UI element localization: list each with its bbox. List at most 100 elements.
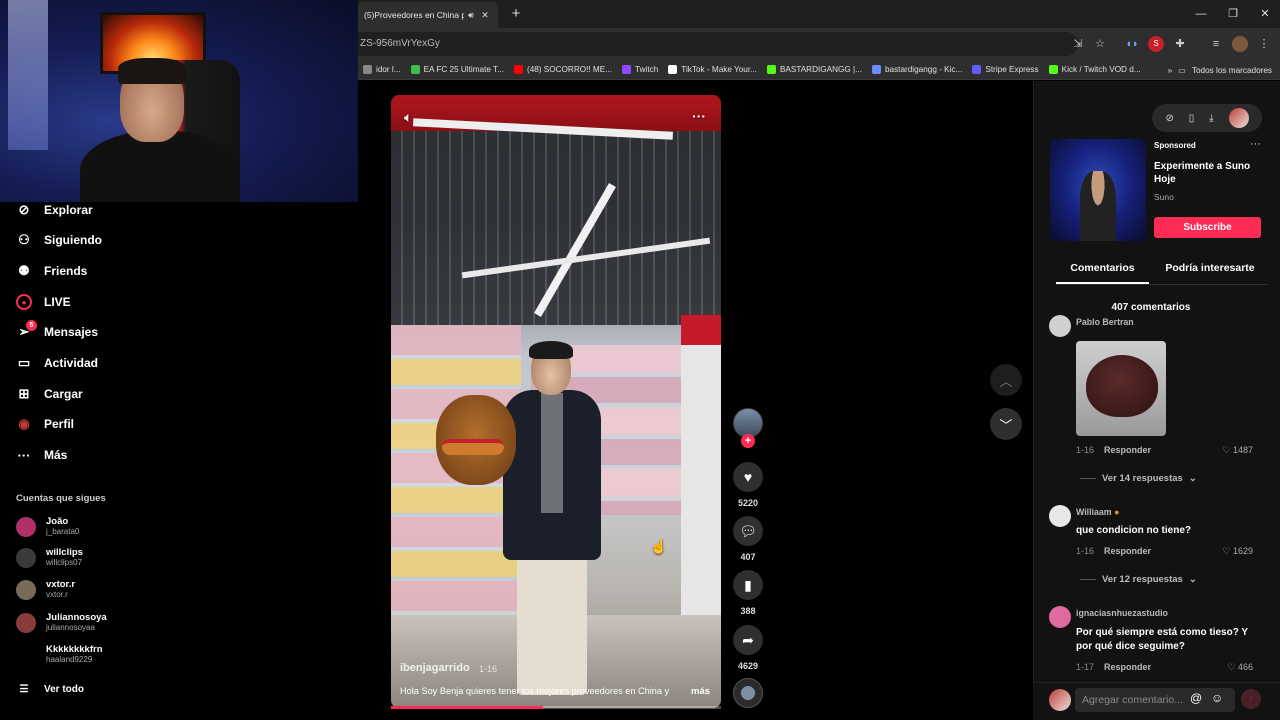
account-avatar bbox=[16, 547, 36, 568]
download-icon[interactable]: ⤓ bbox=[1209, 113, 1213, 124]
new-tab-button[interactable]: + bbox=[506, 4, 526, 24]
bookmark-star-icon[interactable]: ☆ bbox=[1092, 36, 1108, 52]
reading-list-icon[interactable]: ≡ bbox=[1208, 36, 1224, 52]
heart-outline-icon[interactable]: ♡ bbox=[1227, 662, 1235, 672]
close-tab-icon[interactable]: ✕ bbox=[478, 10, 492, 21]
share-icon[interactable]: ➦ bbox=[733, 625, 763, 655]
reply-button[interactable]: Responder bbox=[1104, 662, 1151, 672]
video-more-link[interactable]: más bbox=[691, 686, 710, 697]
sidebar-item-friends[interactable]: ⚉ Friends bbox=[16, 263, 87, 279]
install-app-icon[interactable]: ⇲ bbox=[1070, 36, 1086, 52]
sidebar-item-explorar[interactable]: ⊘ Explorar bbox=[16, 202, 93, 218]
commenter-name[interactable]: Pablo Bertran bbox=[1076, 317, 1134, 327]
sidebar-item-ms[interactable]: ··· Más bbox=[16, 447, 68, 463]
following-account[interactable]: Juliannosoya juliannosoyaa bbox=[16, 612, 107, 633]
share-action[interactable]: ➦ 4629 bbox=[733, 625, 763, 671]
bookmark-item[interactable]: Twitch bbox=[617, 65, 663, 74]
commenter-name[interactable]: ignaciasnhuezastudio bbox=[1076, 608, 1168, 618]
follow-creator-button[interactable]: + bbox=[741, 434, 755, 448]
video-author[interactable]: ibenjagarrido bbox=[400, 662, 470, 674]
comment-likes[interactable]: ♡ 1487 bbox=[1222, 445, 1253, 456]
speaker-icon[interactable]: 🔊︎ bbox=[464, 10, 478, 21]
following-account[interactable]: willclips willclips07 bbox=[16, 547, 83, 568]
bookmark-item[interactable]: EA FC 25 Ultimate T... bbox=[406, 65, 509, 74]
sidebar-item-mensajes[interactable]: ➢ Mensajes 5 bbox=[16, 320, 98, 340]
browser-profile-icon[interactable] bbox=[1232, 36, 1248, 52]
sidebar-item-actividad[interactable]: ▭ Actividad bbox=[16, 355, 98, 371]
heart-outline-icon[interactable]: ♡ bbox=[1222, 445, 1230, 455]
bookmark-item[interactable]: idor l... bbox=[358, 65, 406, 74]
view-replies-label: Ver 14 respuestas bbox=[1102, 473, 1183, 484]
send-comment-button[interactable]: ↑ bbox=[1241, 689, 1261, 709]
video-progress-bar[interactable] bbox=[391, 706, 721, 709]
see-all-button[interactable]: ☰ Ver todo bbox=[16, 681, 85, 697]
chevron-double-right-icon[interactable]: » bbox=[1168, 66, 1173, 75]
comment-icon[interactable]: 💬︎ bbox=[733, 516, 763, 546]
user-avatar[interactable] bbox=[1228, 108, 1249, 128]
comment-image[interactable] bbox=[1076, 341, 1166, 436]
url-field[interactable]: ZS-956mVrYexGy bbox=[358, 32, 1078, 56]
minimize-button[interactable]: — bbox=[1186, 4, 1216, 24]
explore-compass-icon[interactable]: ⊘ bbox=[1165, 113, 1173, 124]
browser-tab[interactable]: (5)Proveedores en China pa 🔊︎ ✕ bbox=[358, 2, 498, 28]
sidebar-item-cargar[interactable]: ⊞ Cargar bbox=[16, 386, 83, 402]
extensions-puzzle-icon[interactable]: ✚ bbox=[1172, 36, 1188, 52]
commenter-avatar[interactable] bbox=[1049, 315, 1071, 337]
comment-likes[interactable]: ♡ 466 bbox=[1227, 662, 1253, 673]
bookmark-icon[interactable]: ▮ bbox=[733, 570, 763, 600]
ad-options-icon[interactable]: ··· bbox=[1250, 138, 1261, 150]
close-window-button[interactable]: ✕ bbox=[1250, 4, 1280, 24]
sidebar-item-siguiendo[interactable]: ⚇ Siguiendo bbox=[16, 232, 102, 248]
like-action[interactable]: ♥ 5220 bbox=[733, 462, 763, 508]
volume-icon[interactable]: 🔈︎ bbox=[404, 109, 412, 126]
ad-subscribe-button[interactable]: Subscribe bbox=[1154, 217, 1261, 238]
commenter-avatar[interactable] bbox=[1049, 505, 1071, 527]
ad-thumbnail[interactable] bbox=[1050, 139, 1146, 241]
bookmark-item[interactable]: Kick / Twitch VOD d... bbox=[1044, 65, 1146, 74]
commenter-avatar[interactable] bbox=[1049, 606, 1071, 628]
previous-video-button[interactable]: ︿ bbox=[990, 364, 1022, 396]
ad-title[interactable]: Experimente a Suno Hoje bbox=[1154, 160, 1264, 186]
comment-meta: 1-16 Responder bbox=[1076, 546, 1151, 556]
bookmark-favicon-icon bbox=[513, 65, 523, 74]
comment-likes[interactable]: ♡ 1629 bbox=[1222, 546, 1253, 557]
heart-outline-icon[interactable]: ♡ bbox=[1222, 546, 1230, 556]
music-disc-icon[interactable] bbox=[733, 678, 763, 708]
bookmark-item[interactable]: TikTok - Make Your... bbox=[663, 65, 762, 74]
account-name: Kkkkkkkkfrn bbox=[46, 644, 103, 655]
following-account[interactable]: Kkkkkkkkfrn haaland9229 bbox=[16, 644, 103, 665]
bookmark-item[interactable]: BASTARDIGANGG |... bbox=[762, 65, 867, 74]
view-replies-label: Ver 12 respuestas bbox=[1102, 574, 1183, 585]
following-account[interactable]: João j_barata0 bbox=[16, 516, 79, 537]
following-account[interactable]: vxtor.r vxtor.r bbox=[16, 579, 75, 600]
tab-comments[interactable]: Comentarios bbox=[1056, 262, 1149, 274]
comment-action[interactable]: 💬︎ 407 bbox=[733, 516, 763, 562]
reply-button[interactable]: Responder bbox=[1104, 546, 1151, 556]
video-options-icon[interactable]: ··· bbox=[692, 108, 706, 124]
commenter-name[interactable]: Williaam ● bbox=[1076, 507, 1119, 517]
view-replies-button[interactable]: Ver 12 respuestas ⌄ bbox=[1080, 574, 1197, 585]
video-scene-plush-shelf bbox=[391, 325, 521, 645]
extension-audio-icon[interactable]: ◖◗ bbox=[1124, 36, 1140, 52]
sidebar-item-perfil[interactable]: ◉ Perfil bbox=[16, 416, 74, 432]
video-player[interactable] bbox=[391, 95, 721, 708]
bookmark-item[interactable]: (48) SOCORRO!! ME... bbox=[509, 65, 617, 74]
tab-podria-interesarte[interactable]: Podría interesarte bbox=[1160, 262, 1260, 274]
emoji-picker-icon[interactable]: ☺ bbox=[1211, 691, 1223, 705]
sidebar-item-live[interactable]: ● LIVE bbox=[16, 294, 71, 310]
folder-icon[interactable]: ▭ bbox=[1178, 65, 1186, 75]
browser-menu-icon[interactable]: ⋮ bbox=[1256, 36, 1272, 52]
mention-icon[interactable]: @ bbox=[1190, 691, 1202, 705]
reply-button[interactable]: Responder bbox=[1104, 445, 1151, 455]
browser-address-bar: ZS-956mVrYexGy ⇲ ☆ ◖◗ S ✚ ≡ ⋮ bbox=[358, 28, 1280, 60]
all-bookmarks-label[interactable]: Todos los marcadores bbox=[1192, 66, 1272, 75]
bookmark-item[interactable]: bastardigangg - Kic... bbox=[867, 65, 967, 74]
bookmark-item[interactable]: Stripe Express bbox=[967, 65, 1043, 74]
next-video-button[interactable]: ﹀ bbox=[990, 408, 1022, 440]
extension-s-icon[interactable]: S bbox=[1148, 36, 1164, 52]
view-replies-button[interactable]: Ver 14 respuestas ⌄ bbox=[1080, 473, 1197, 484]
heart-icon[interactable]: ♥ bbox=[733, 462, 763, 492]
restore-button[interactable]: ❐ bbox=[1218, 4, 1248, 24]
phone-icon[interactable]: ▯ bbox=[1189, 113, 1195, 124]
save-action[interactable]: ▮ 388 bbox=[733, 570, 763, 616]
